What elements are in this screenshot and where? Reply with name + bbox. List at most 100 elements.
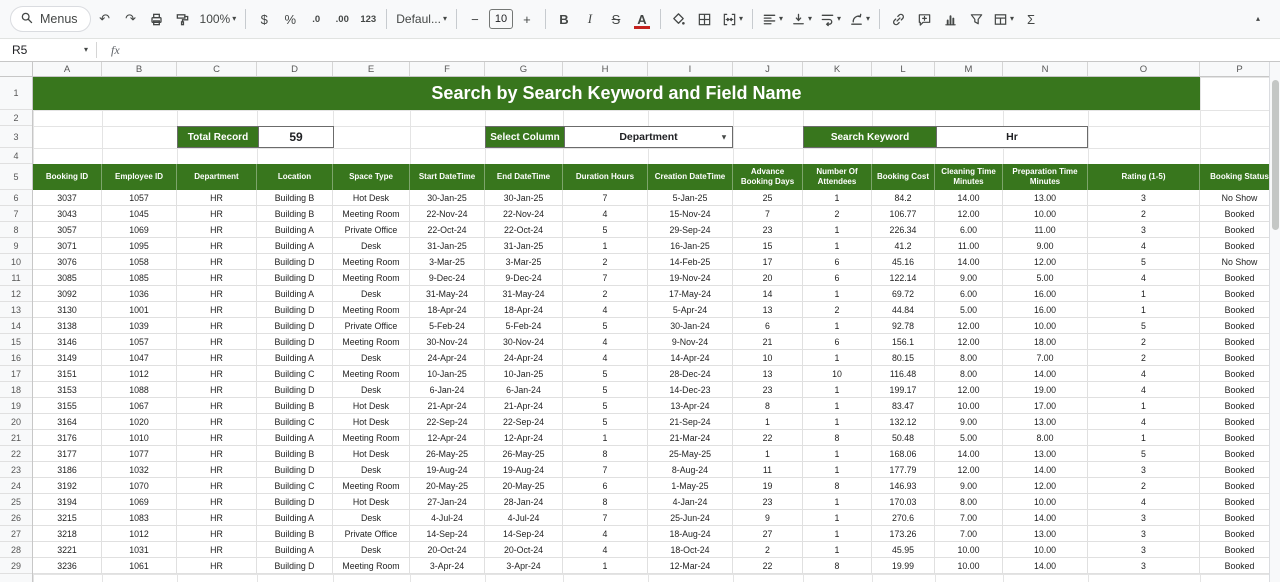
cell[interactable]: Meeting Room [333,478,410,494]
cell[interactable]: No Show [1200,254,1280,270]
cell[interactable]: 10-Jan-25 [410,366,485,382]
cell[interactable]: 14-Apr-24 [648,350,733,366]
cell[interactable]: 10 [733,350,803,366]
cell[interactable]: 11 [733,462,803,478]
cell[interactable]: 1 [803,494,872,510]
cell[interactable]: 199.17 [872,382,935,398]
cell[interactable]: 3153 [33,382,102,398]
cell[interactable]: Building B [257,190,333,206]
row-header-5[interactable]: 5 [0,164,32,190]
cell[interactable]: Booked [1200,382,1280,398]
cell[interactable]: 23 [733,222,803,238]
cell[interactable]: Hot Desk [333,398,410,414]
cell[interactable]: 4 [563,542,648,558]
cell[interactable]: 8 [733,398,803,414]
cell[interactable]: Booked [1200,286,1280,302]
cell[interactable]: 25 [733,190,803,206]
cell[interactable]: 3221 [33,542,102,558]
functions-button[interactable]: Σ [1019,6,1043,32]
cell[interactable]: 22-Oct-24 [485,222,563,238]
borders-button[interactable] [693,6,717,32]
cell[interactable]: HR [177,334,257,350]
cell[interactable]: Booked [1200,510,1280,526]
cell[interactable]: 6 [563,478,648,494]
cell[interactable]: 4 [563,334,648,350]
fill-color-button[interactable] [667,6,691,32]
cell[interactable]: 69.72 [872,286,935,302]
cell[interactable]: 9-Dec-24 [410,270,485,286]
cell[interactable]: 1067 [102,398,177,414]
column-header-M[interactable]: M [935,62,1003,76]
cell[interactable]: Hot Desk [333,446,410,462]
cell[interactable]: 1083 [102,510,177,526]
cell[interactable]: 10.00 [1003,206,1088,222]
cell[interactable]: 9-Nov-24 [648,334,733,350]
cell[interactable]: 19-Aug-24 [410,462,485,478]
cell[interactable]: HR [177,190,257,206]
column-header-A[interactable]: A [33,62,102,76]
cell[interactable]: 16-Jan-25 [648,238,733,254]
cell[interactable]: 22-Oct-24 [410,222,485,238]
cell[interactable]: Booked [1200,398,1280,414]
cell[interactable]: 1 [1088,286,1200,302]
cell[interactable]: Desk [333,286,410,302]
cell[interactable]: Hot Desk [333,190,410,206]
currency-format-button[interactable]: $ [252,6,276,32]
decrease-font-size-button[interactable]: − [463,6,487,32]
cell[interactable]: 28-Jan-24 [485,494,563,510]
cell[interactable]: 5.00 [1003,270,1088,286]
cell[interactable]: 9.00 [935,478,1003,494]
cell[interactable]: HR [177,510,257,526]
cell[interactable]: 3 [1088,542,1200,558]
cell[interactable]: HR [177,398,257,414]
cell[interactable]: 30-Jan-25 [410,190,485,206]
cell[interactable]: 8.00 [935,494,1003,510]
cell[interactable]: HR [177,270,257,286]
cell[interactable]: 4 [563,350,648,366]
cell[interactable]: 8 [803,558,872,574]
cell[interactable]: 29-Sep-24 [648,222,733,238]
table-header-cell[interactable]: Employee ID [102,164,177,190]
cell[interactable]: Booked [1200,302,1280,318]
cell[interactable]: 25-May-25 [648,446,733,462]
cell[interactable]: 3-Apr-24 [485,558,563,574]
cell[interactable]: 3 [1088,558,1200,574]
cell[interactable]: Building C [257,366,333,382]
cell[interactable]: 3076 [33,254,102,270]
cell[interactable]: 2 [563,254,648,270]
cell[interactable]: Desk [333,542,410,558]
text-wrap-button[interactable]: ▾ [817,6,844,32]
cell[interactable]: 3-Apr-24 [410,558,485,574]
cell[interactable]: Booked [1200,494,1280,510]
cell[interactable]: 20-May-25 [410,478,485,494]
cell[interactable]: 26-May-25 [410,446,485,462]
cell[interactable]: 22-Sep-24 [485,414,563,430]
cell[interactable]: 132.12 [872,414,935,430]
cell[interactable]: 8-Aug-24 [648,462,733,478]
cell[interactable]: Booked [1200,350,1280,366]
cell[interactable]: 14-Dec-23 [648,382,733,398]
cell[interactable]: 14.00 [1003,366,1088,382]
cell[interactable]: 3 [1088,222,1200,238]
cell[interactable]: 17.00 [1003,398,1088,414]
cell[interactable]: Private Office [333,526,410,542]
cell[interactable]: 9.00 [935,270,1003,286]
cell[interactable]: 1 [803,350,872,366]
cell[interactable]: 2 [563,286,648,302]
cell[interactable]: Meeting Room [333,254,410,270]
cell[interactable]: Hot Desk [333,414,410,430]
cell[interactable]: 18-Oct-24 [648,542,733,558]
cell[interactable]: 14-Sep-24 [485,526,563,542]
column-header-L[interactable]: L [872,62,935,76]
column-header-H[interactable]: H [563,62,648,76]
cell[interactable]: 7 [563,190,648,206]
cell[interactable]: 1 [803,286,872,302]
row-header-24[interactable]: 24 [0,478,32,494]
cell[interactable]: 21-Apr-24 [485,398,563,414]
cell[interactable]: 2 [1088,350,1200,366]
cell[interactable]: 5-Feb-24 [410,318,485,334]
cell[interactable]: Building A [257,510,333,526]
row-header-6[interactable]: 6 [0,190,32,206]
number-format-button[interactable]: 123 [356,6,380,32]
cell[interactable]: 1 [733,414,803,430]
